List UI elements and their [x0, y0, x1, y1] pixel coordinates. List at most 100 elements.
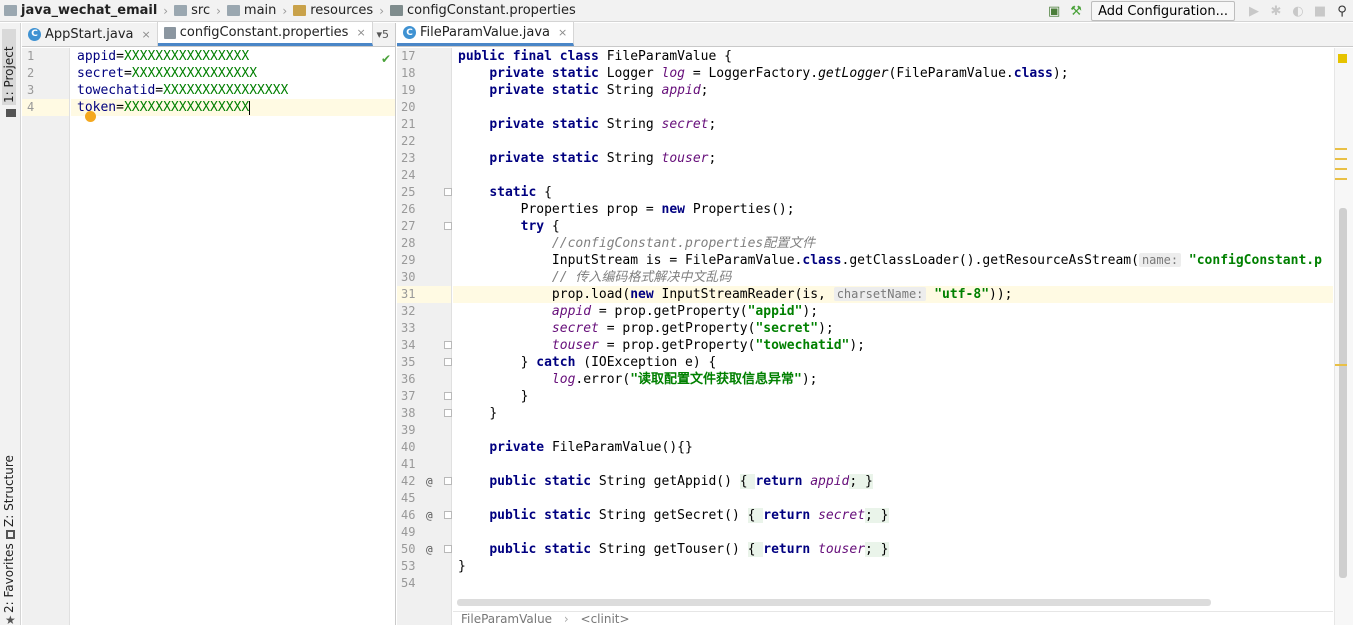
warning-indicator-icon[interactable] — [1338, 54, 1347, 63]
keyword: class — [1013, 66, 1053, 81]
line-number-row: 20 — [397, 99, 451, 116]
breadcrumb-resources[interactable]: resources — [289, 0, 377, 22]
line-number: 18 — [401, 66, 416, 80]
fold-toggle-icon[interactable] — [444, 511, 452, 519]
line-number-row: 31 — [397, 286, 451, 303]
code-text: (FileParamValue. — [888, 66, 1014, 81]
line-number-row: 45 — [397, 490, 451, 507]
fold-toggle-icon[interactable] — [444, 477, 452, 485]
properties-editor-text[interactable]: appid=XXXXXXXXXXXXXXXX secret=XXXXXXXXXX… — [71, 48, 395, 116]
line-number-row: 42 @ — [397, 473, 452, 490]
line-number: 26 — [401, 202, 416, 216]
property-key: token — [77, 100, 117, 115]
code-text: .error( — [575, 372, 631, 387]
code-line: log.error("读取配置文件获取信息异常"); — [453, 371, 1333, 388]
fold-toggle-icon[interactable] — [444, 392, 452, 400]
code-text: = prop.getProperty( — [598, 338, 756, 353]
tab-fileparamvalue[interactable]: C FileParamValue.java × — [397, 22, 575, 46]
breadcrumb-file[interactable]: configConstant.properties — [386, 0, 580, 22]
scrollbar-thumb[interactable] — [1339, 208, 1347, 578]
keyword: public static — [489, 508, 599, 523]
run-icon[interactable]: ▶ — [1243, 0, 1265, 22]
close-icon[interactable]: × — [356, 26, 365, 39]
fold-toggle-icon[interactable] — [444, 545, 452, 553]
tool-tab-project[interactable]: 1: Project — [2, 29, 16, 105]
horizontal-scrollbar[interactable] — [457, 599, 1211, 606]
fold-toggle-icon[interactable] — [444, 341, 452, 349]
line-number: 37 — [401, 389, 416, 403]
code-text: .getClassLoader().getResourceAsStream( — [841, 253, 1139, 268]
line-number-row: 18 — [397, 65, 451, 82]
java-editor-text[interactable]: public final class FileParamValue { priv… — [453, 48, 1333, 592]
add-configuration-button[interactable]: Add Configuration... — [1091, 1, 1235, 21]
close-icon[interactable]: × — [142, 28, 151, 41]
coverage-icon[interactable]: ◐ — [1287, 0, 1309, 22]
line-number-row: 53 — [397, 558, 451, 575]
breadcrumb-main[interactable]: main — [223, 0, 280, 22]
line-number-row: 40 — [397, 439, 451, 456]
close-icon[interactable]: × — [558, 26, 567, 39]
search-icon[interactable]: ⚲ — [1331, 0, 1353, 22]
run-dashboard-icon[interactable]: ▣ — [1043, 0, 1065, 22]
folder-icon — [174, 5, 188, 16]
warning-stripe-marker[interactable] — [1335, 178, 1347, 180]
code-line: } — [453, 388, 1333, 405]
line-number: 41 — [401, 457, 416, 471]
line-number-row: 17 — [397, 48, 451, 65]
tab-appstart[interactable]: C AppStart.java × — [22, 22, 158, 46]
tab-configconstant[interactable]: configConstant.properties × — [157, 22, 373, 46]
warning-stripe-marker[interactable] — [1335, 148, 1347, 150]
override-marker-icon[interactable]: @ — [426, 507, 433, 524]
parameter-hint: charsetName: — [833, 287, 927, 301]
breadcrumb-class[interactable]: FileParamValue — [461, 612, 552, 626]
line-number-row: 49 — [397, 524, 451, 541]
code-line: secret = prop.getProperty("secret"); — [453, 320, 1333, 337]
line-number: 30 — [401, 270, 416, 284]
code-text: ; — [708, 151, 717, 166]
code-line: Properties prop = new Properties(); — [453, 201, 1333, 218]
tool-tab-favorites[interactable]: 2: Favorites — [2, 543, 16, 613]
line-number: 29 — [401, 253, 416, 267]
override-marker-icon[interactable]: @ — [426, 541, 433, 558]
warning-stripe-marker[interactable] — [1335, 158, 1347, 160]
warning-stripe-marker[interactable] — [1335, 364, 1347, 366]
line-number: 23 — [401, 151, 416, 165]
fold-toggle-icon[interactable] — [444, 188, 452, 196]
build-hammer-icon[interactable]: ⚒ — [1065, 0, 1087, 22]
editor-scrollbar[interactable] — [1334, 48, 1353, 625]
code-text: (IOException e) { — [575, 355, 717, 370]
code-line: } — [453, 405, 1333, 422]
intention-bulb-icon[interactable] — [85, 111, 96, 122]
tab-list-menu-button[interactable]: ▾5 — [376, 28, 389, 41]
breadcrumb-member[interactable]: <clinit> — [581, 612, 630, 626]
fold-toggle-icon[interactable] — [444, 358, 452, 366]
equals-sign: = — [123, 66, 132, 81]
breadcrumb-src[interactable]: src — [170, 0, 214, 22]
warning-stripe-marker[interactable] — [1335, 168, 1347, 170]
project-folder-icon — [4, 5, 17, 16]
stop-icon[interactable]: ■ — [1309, 0, 1331, 22]
tool-tab-structure[interactable]: Z: Structure — [2, 441, 16, 527]
override-marker-icon[interactable]: @ — [426, 473, 433, 490]
breadcrumb-project[interactable]: java_wechat_email — [0, 0, 161, 22]
navigation-bar: java_wechat_email › src › main › resourc… — [0, 0, 1353, 22]
line-number: 42 — [401, 474, 416, 488]
line-number-row: 46 @ — [397, 507, 452, 524]
fold-toggle-icon[interactable] — [444, 222, 452, 230]
code-breadcrumb: FileParamValue › <clinit> — [453, 611, 1333, 626]
line-number: 24 — [401, 168, 416, 182]
code-text: InputStreamReader(is, — [653, 287, 834, 302]
line-number: 1 — [27, 49, 35, 63]
line-number: 17 — [401, 49, 416, 63]
fold-toggle-icon[interactable] — [444, 409, 452, 417]
project-name: java_wechat_email — [21, 3, 158, 18]
line-number: 20 — [401, 100, 416, 114]
line-number: 45 — [401, 491, 416, 505]
code-text: = prop.getProperty( — [591, 304, 748, 319]
breadcrumb-label: main — [243, 3, 277, 18]
breadcrumb-label: resources — [310, 3, 374, 18]
tool-tab-label: 1: Project — [2, 46, 16, 103]
chevron-right-icon: › — [563, 612, 569, 626]
debug-icon[interactable]: ✱ — [1265, 0, 1287, 22]
